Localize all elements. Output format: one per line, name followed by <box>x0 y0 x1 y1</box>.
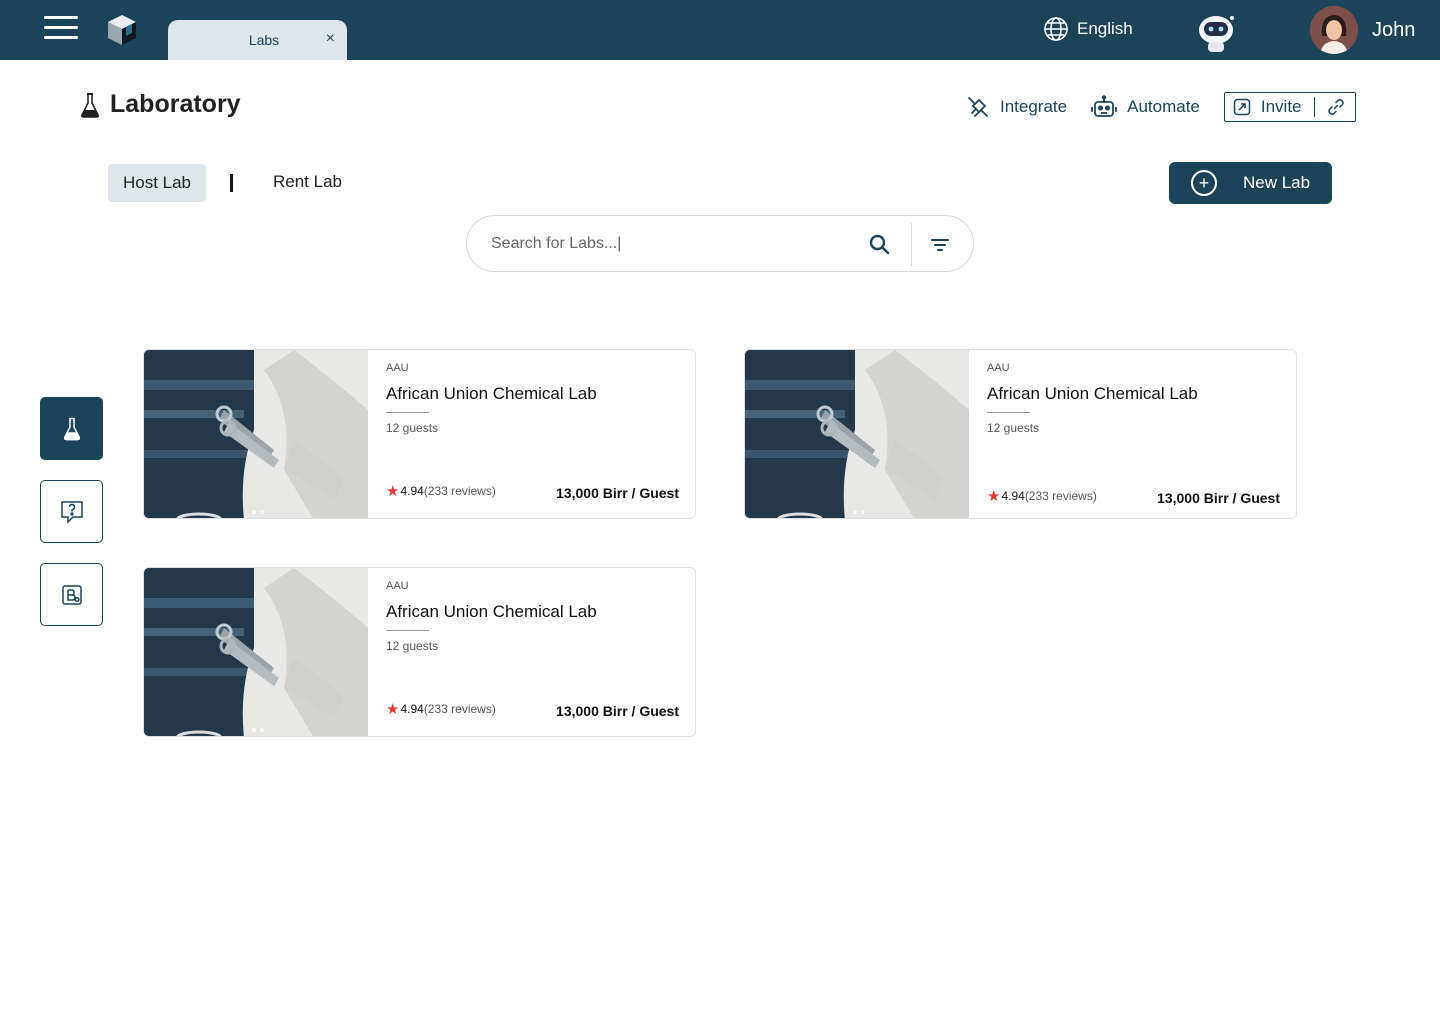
lab-image <box>144 568 368 736</box>
user-name: John <box>1372 18 1416 41</box>
lab-guests: 12 guests <box>987 421 1040 435</box>
flask-icon <box>63 417 80 440</box>
rating-value: 4.94 <box>400 702 424 716</box>
lab-price: 13,000 Birr / Guest <box>1157 490 1280 506</box>
review-count: (233 reviews) <box>423 702 496 716</box>
robot-icon <box>1091 95 1118 117</box>
lab-rating: ★ 4.94 (233 reviews) <box>386 700 496 718</box>
avatar <box>1310 6 1358 54</box>
lab-org: AAU <box>987 362 1010 374</box>
invite-icon <box>1233 98 1251 116</box>
segment-divider <box>230 174 233 192</box>
divider <box>987 412 1030 413</box>
plus-circle-icon: + <box>1191 170 1217 196</box>
lab-rating: ★ 4.94 (233 reviews) <box>386 482 496 500</box>
flask-icon <box>80 92 100 118</box>
lab-org: AAU <box>386 362 409 374</box>
user-menu[interactable]: John <box>1310 6 1415 54</box>
tab-host-lab[interactable]: Host Lab <box>108 164 206 202</box>
close-icon[interactable]: × <box>326 30 335 48</box>
search-divider <box>911 223 912 266</box>
rating-value: 4.94 <box>1001 489 1025 503</box>
robot-assistant-icon[interactable] <box>1194 10 1238 54</box>
filter-icon[interactable] <box>929 234 951 256</box>
lab-image <box>144 350 368 518</box>
invite-divider <box>1313 97 1315 117</box>
divider <box>386 412 429 413</box>
tab-rent-lab[interactable]: Rent Lab <box>273 172 342 192</box>
link-icon[interactable] <box>1327 98 1345 116</box>
lab-org: AAU <box>386 580 409 592</box>
globe-icon <box>1044 17 1068 41</box>
lab-name: African Union Chemical Lab <box>987 384 1198 403</box>
invite-label: Invite <box>1260 97 1302 116</box>
lab-card[interactable]: AAU African Union Chemical Lab 12 guests… <box>143 567 696 737</box>
lab-card[interactable]: AAU African Union Chemical Lab 12 guests… <box>744 349 1297 519</box>
review-count: (233 reviews) <box>1024 489 1097 503</box>
header-actions: Integrate Automate Invite <box>966 92 1356 122</box>
integrate-label: Integrate <box>1000 97 1068 116</box>
integrate-button[interactable]: Integrate <box>966 95 1067 119</box>
menu-icon[interactable] <box>44 16 78 44</box>
review-count: (233 reviews) <box>423 484 496 498</box>
automate-button[interactable]: Automate <box>1091 95 1200 119</box>
page-title: Laboratory <box>80 90 241 119</box>
page-title-text: Laboratory <box>110 90 241 118</box>
star-icon: ★ <box>987 488 1001 505</box>
document-icon <box>61 584 82 605</box>
integrate-icon <box>968 97 988 117</box>
lab-guests: 12 guests <box>386 639 439 653</box>
language-selector[interactable]: English <box>1043 16 1133 42</box>
app-logo[interactable] <box>106 13 138 47</box>
lab-price: 13,000 Birr / Guest <box>556 485 679 501</box>
lab-price: 13,000 Birr / Guest <box>556 703 679 719</box>
tab-labs[interactable]: Labs × <box>168 20 347 60</box>
automate-label: Automate <box>1127 97 1200 116</box>
lab-guests: 12 guests <box>386 421 439 435</box>
invite-button[interactable]: Invite <box>1223 92 1356 122</box>
side-nav-bookings[interactable] <box>40 563 103 626</box>
top-bar: Labs × English John <box>0 0 1440 60</box>
language-label: English <box>1077 19 1133 38</box>
search-icon[interactable] <box>867 232 893 258</box>
divider <box>386 630 429 631</box>
lab-rating: ★ 4.94 (233 reviews) <box>987 487 1097 505</box>
lab-card[interactable]: AAU African Union Chemical Lab 12 guests… <box>143 349 696 519</box>
help-chat-icon <box>60 500 83 524</box>
lab-name: African Union Chemical Lab <box>386 602 597 621</box>
search-input[interactable] <box>491 232 851 256</box>
side-nav-labs[interactable] <box>40 397 103 460</box>
lab-name: African Union Chemical Lab <box>386 384 597 403</box>
rating-value: 4.94 <box>400 484 424 498</box>
side-nav-help[interactable] <box>40 480 103 543</box>
new-lab-button[interactable]: + New Lab <box>1169 162 1332 204</box>
search-bar <box>466 215 974 272</box>
new-lab-label: New Lab <box>1243 173 1311 192</box>
star-icon: ★ <box>386 483 400 500</box>
star-icon: ★ <box>386 701 400 718</box>
lab-image <box>745 350 969 518</box>
